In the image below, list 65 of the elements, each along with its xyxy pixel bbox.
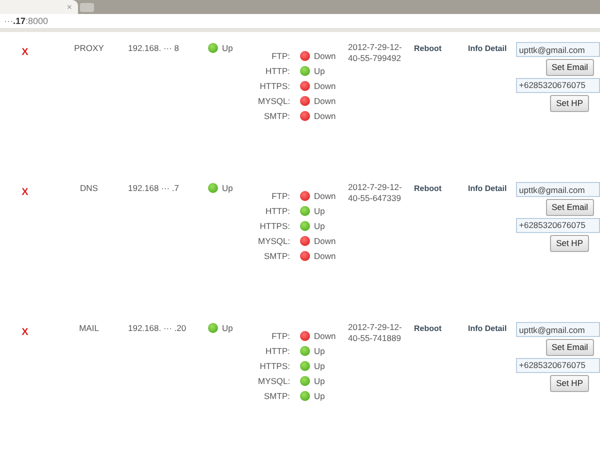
timestamp: 2012-7-29-12-40-55-647339 xyxy=(348,182,403,204)
status-text: Down xyxy=(314,330,336,342)
status-text: Down xyxy=(314,190,336,202)
service-label: FTP: xyxy=(272,191,290,201)
status-text: Up xyxy=(314,345,325,357)
server-name: MAIL xyxy=(79,323,99,333)
service-label: HTTPS: xyxy=(260,221,290,231)
ip-address: 192.168 ··· .7 xyxy=(128,183,180,193)
set-email-button[interactable]: Set Email xyxy=(546,199,594,216)
phone-field[interactable]: +6285320676075 xyxy=(516,358,600,373)
service-label: HTTP: xyxy=(265,346,290,356)
service-label: MYSQL: xyxy=(258,376,290,386)
phone-field[interactable]: +6285320676075 xyxy=(516,218,600,233)
service-label: SMTP: xyxy=(264,251,290,261)
status-text: Down xyxy=(314,235,336,247)
status-text: Down xyxy=(314,95,336,107)
phone-field[interactable]: +6285320676075 xyxy=(516,78,600,93)
reboot-link[interactable]: Reboot xyxy=(414,44,442,53)
delete-button[interactable]: X xyxy=(22,325,28,340)
status-text: Down xyxy=(314,250,336,262)
reboot-link[interactable]: Reboot xyxy=(414,184,442,193)
service-label: SMTP: xyxy=(264,391,290,401)
status-text: Up xyxy=(314,220,325,232)
status-text: Up xyxy=(314,360,325,372)
server-name: PROXY xyxy=(74,43,104,53)
email-field[interactable]: upttk@gmail.com xyxy=(516,42,600,57)
status-text: Up xyxy=(314,375,325,387)
delete-button[interactable]: X xyxy=(22,185,28,200)
info-detail-link[interactable]: Info Detail xyxy=(468,324,507,333)
info-detail-link[interactable]: Info Detail xyxy=(468,184,507,193)
status-text: Up xyxy=(222,182,233,195)
ip-address: 192.168. ··· 8 xyxy=(128,43,180,53)
service-label: FTP: xyxy=(272,331,290,341)
status-text: Up xyxy=(222,42,233,55)
service-label: MYSQL: xyxy=(258,236,290,246)
service-label: HTTP: xyxy=(265,66,290,76)
status-text: Up xyxy=(222,322,233,335)
set-phone-button[interactable]: Set HP xyxy=(550,94,589,112)
status-text: Up xyxy=(314,205,325,217)
timestamp: 2012-7-29-12-40-55-741889 xyxy=(348,322,403,344)
email-field[interactable]: upttk@gmail.com xyxy=(516,322,600,337)
service-label: HTTPS: xyxy=(260,361,290,371)
status-text: Down xyxy=(314,50,336,62)
info-detail-link[interactable]: Info Detail xyxy=(468,44,507,53)
reboot-link[interactable]: Reboot xyxy=(414,324,442,333)
set-email-button[interactable]: Set Email xyxy=(546,339,594,356)
service-label: HTTP: xyxy=(265,206,290,216)
address-bar[interactable]: ···.17:8000 xyxy=(4,16,48,26)
email-field[interactable]: upttk@gmail.com xyxy=(516,182,600,197)
set-email-button[interactable]: Set Email xyxy=(546,59,594,76)
status-text: Up xyxy=(314,65,325,77)
new-tab-button[interactable] xyxy=(80,3,94,12)
status-text: Down xyxy=(314,110,336,122)
status-text: Down xyxy=(314,80,336,92)
set-phone-button[interactable]: Set HP xyxy=(550,234,589,252)
service-label: HTTPS: xyxy=(260,81,290,91)
server-name: DNS xyxy=(80,183,98,193)
timestamp: 2012-7-29-12-40-55-799492 xyxy=(348,42,403,64)
service-label: FTP: xyxy=(272,51,290,61)
ip-address: 192.168. ··· .20 xyxy=(128,323,186,333)
service-label: SMTP: xyxy=(264,111,290,121)
status-text: Up xyxy=(314,390,325,402)
delete-button[interactable]: X xyxy=(22,45,28,60)
service-label: MYSQL: xyxy=(258,96,290,106)
set-phone-button[interactable]: Set HP xyxy=(550,374,589,392)
